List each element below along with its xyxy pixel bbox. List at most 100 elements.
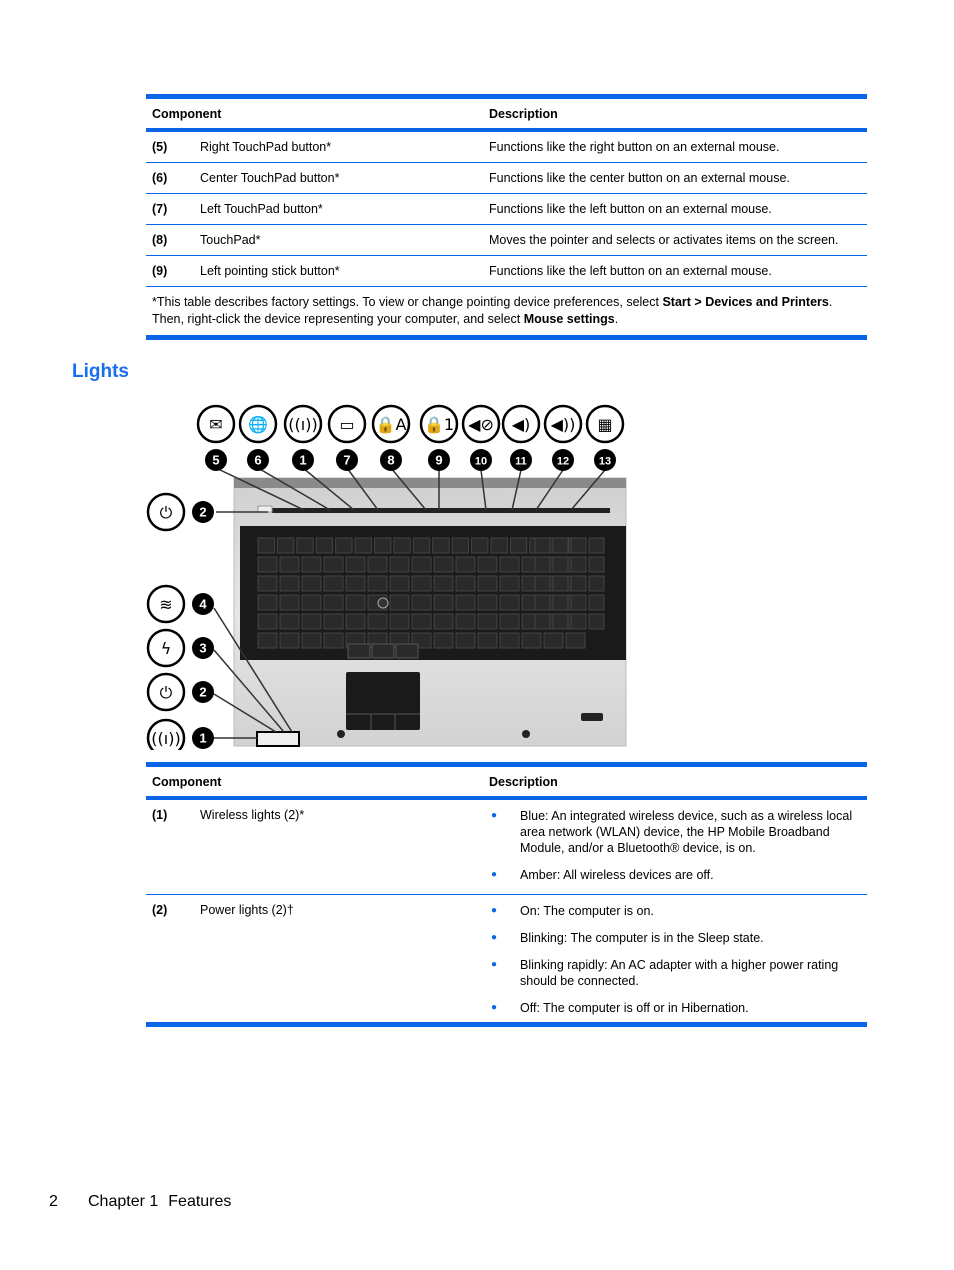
row-number: (7): [152, 202, 168, 216]
row-number: (8): [152, 233, 168, 247]
key: [499, 613, 520, 630]
callout-badge-label: 12: [557, 456, 569, 468]
key: [455, 556, 476, 573]
header-component: Component: [152, 774, 222, 789]
footer-title: Features: [168, 1193, 232, 1210]
row-component: Center TouchPad button*: [200, 171, 340, 185]
table-row: (2) Power lights (2)† ● On: The computer …: [146, 895, 867, 1022]
key: [373, 537, 392, 554]
callout-badge-label: 11: [515, 456, 527, 468]
key: [534, 537, 551, 554]
key: [345, 556, 366, 573]
table-header: Component Description: [146, 99, 867, 132]
key: [477, 556, 498, 573]
caps-lock-icon-glyph: 🔒A: [376, 415, 407, 434]
row-component: TouchPad*: [200, 233, 261, 247]
mail-presentation-icon-glyph: ✉: [209, 415, 222, 434]
key: [433, 613, 454, 630]
callout-badge-label: 7: [343, 453, 350, 468]
key: [257, 613, 278, 630]
row-number: (9): [152, 264, 168, 278]
key: [570, 575, 587, 592]
bullet-icon: ●: [491, 1002, 498, 1013]
header-component: Component: [152, 106, 222, 121]
key: [412, 537, 431, 554]
bullet-item: ● On: The computer is on.: [489, 903, 867, 919]
row-description: Moves the pointer and selects or activat…: [489, 233, 839, 247]
key: [499, 556, 520, 573]
indicator-strip: [272, 508, 610, 513]
key: [257, 537, 275, 554]
key: [411, 594, 432, 611]
key: [552, 613, 569, 630]
key: [257, 632, 278, 649]
key: [279, 632, 300, 649]
callout-badge-label: 5: [212, 453, 219, 468]
key: [433, 632, 454, 649]
key: [354, 537, 372, 554]
fingerprint-reader: [581, 713, 603, 721]
hinge: [234, 478, 626, 488]
callout-badge-label: 2: [199, 685, 206, 700]
key: [257, 556, 278, 573]
bullet-text: On: The computer is on.: [520, 904, 654, 918]
key: [433, 575, 454, 592]
key: [279, 575, 300, 592]
touchpad: [346, 672, 420, 730]
key: [389, 594, 410, 611]
pointing-stick: [377, 597, 389, 609]
key: [534, 613, 551, 630]
key: [521, 632, 542, 649]
key: [323, 594, 344, 611]
key: [433, 594, 454, 611]
row-component: Left TouchPad button*: [200, 202, 323, 216]
bullet-icon: ●: [491, 932, 498, 943]
key: [367, 613, 388, 630]
key: [389, 575, 410, 592]
key: [570, 613, 587, 630]
page-footer: 2 Chapter 1 Features: [49, 1193, 231, 1211]
wireless-icon-glyph: ((ı)): [151, 729, 180, 748]
key: [455, 613, 476, 630]
globe-icon-glyph: 🌐: [248, 415, 268, 434]
key: [276, 537, 295, 554]
power-icon-glyph: ⏻: [160, 503, 173, 522]
key: [345, 575, 366, 592]
callout-badge-label: 13: [599, 456, 611, 468]
row-component: Left pointing stick button*: [200, 264, 340, 278]
key: [570, 537, 587, 554]
key: [477, 613, 498, 630]
touchpad-icon-glyph: ▭: [339, 415, 354, 434]
table-lights: Component Description (1) Wireless light…: [146, 762, 867, 1027]
key: [565, 632, 586, 649]
table-row: (6) Center TouchPad button* Functions li…: [146, 163, 867, 194]
table-header: Component Description: [146, 767, 867, 800]
row-number: (6): [152, 171, 168, 185]
key: [345, 594, 366, 611]
table-footnote: *This table describes factory settings. …: [146, 287, 867, 340]
bullet-text: Blinking rapidly: An AC adapter with a h…: [520, 958, 839, 988]
pointing-stick-button: [371, 643, 395, 659]
row-component: Power lights (2)†: [200, 903, 294, 917]
bullet-text: Off: The computer is off or in Hibernati…: [520, 1001, 749, 1015]
key: [534, 556, 551, 573]
key: [588, 575, 605, 592]
key: [588, 537, 605, 554]
bullet-item: ● Blue: An integrated wireless device, su…: [489, 808, 867, 856]
key: [570, 556, 587, 573]
table-row: (7) Left TouchPad button* Functions like…: [146, 194, 867, 225]
note-text: .: [614, 312, 619, 326]
row-description: Functions like the left button on an ext…: [489, 202, 772, 216]
key: [543, 632, 564, 649]
footer-chapter: Chapter 1: [88, 1193, 159, 1210]
key: [455, 575, 476, 592]
callout-badge-label: 3: [199, 641, 206, 656]
num-lock-icon-glyph: 🔒1: [424, 415, 454, 434]
key: [433, 556, 454, 573]
row-description: Functions like the center button on an e…: [489, 171, 790, 185]
key: [477, 632, 498, 649]
power-icon-glyph: ⏻: [160, 683, 173, 702]
key: [315, 537, 334, 554]
key: [552, 575, 569, 592]
volume-up-icon-glyph: ◀)): [551, 415, 576, 434]
